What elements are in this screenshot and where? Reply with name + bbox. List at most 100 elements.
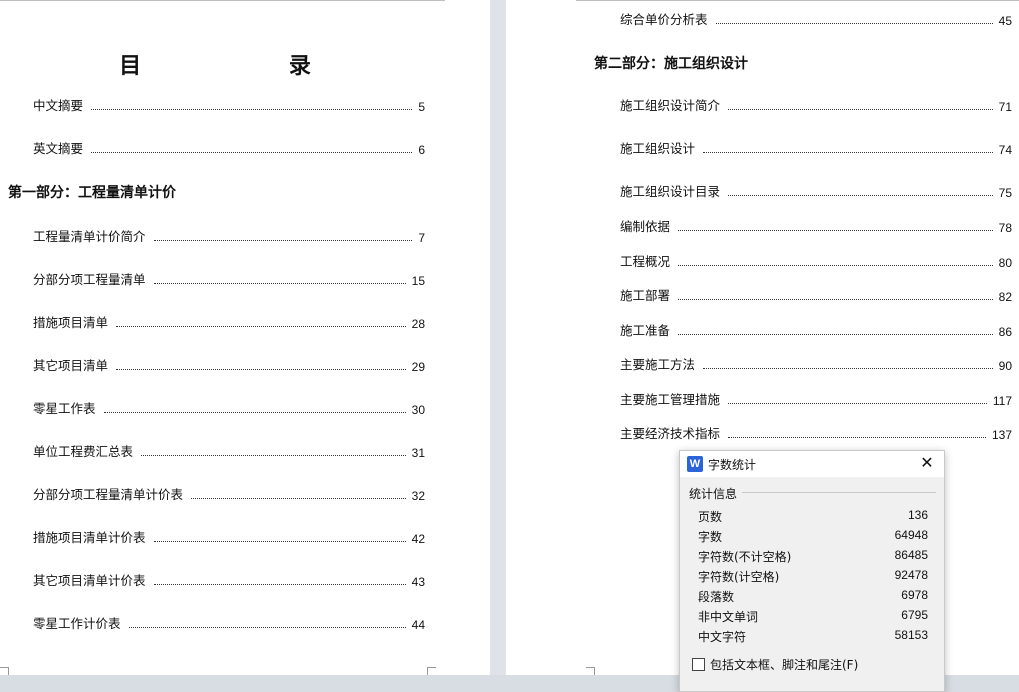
toc-entry-page: 80 [998, 256, 1012, 270]
toc-entry[interactable]: 英文摘要 6 [33, 139, 425, 157]
toc-entry[interactable]: 单位工程费汇总表 31 [33, 442, 425, 460]
toc-entry[interactable]: 中文摘要 5 [33, 96, 425, 114]
toc-leader-dots [703, 152, 993, 153]
margin-corner-mark [586, 667, 595, 675]
toc-entry[interactable]: 施工部署 82 [620, 286, 1012, 304]
toc-entry[interactable]: 零星工作计价表 44 [33, 614, 425, 632]
include-textbox-footnotes-checkbox[interactable] [692, 658, 705, 671]
toc-entry-page: 5 [418, 100, 425, 114]
toc-entry-label: 分部分项工程量清单 [33, 272, 146, 287]
toc-entry[interactable]: 主要施工方法 90 [620, 355, 1012, 373]
toc-leader-dots [153, 584, 406, 585]
stat-row: 字符数(计空格) 92478 [698, 568, 928, 586]
section-heading: 第一部分：工程量清单计价 [8, 185, 176, 201]
toc-entry-page: 43 [411, 575, 425, 589]
page-gap [490, 0, 506, 675]
toc-entry[interactable]: 主要经济技术指标 137 [620, 424, 1012, 442]
toc-entry-page: 7 [418, 231, 425, 245]
document-page-left: 目 录 中文摘要 5 英文摘要 6 第一部分：工程量清单计价 工程量清单计价简介 7 … [0, 0, 490, 675]
toc-entry-page: 78 [998, 221, 1012, 235]
toc-entry[interactable]: 分部分项工程量清单计价表 32 [33, 485, 425, 503]
toc-entry-page: 137 [991, 428, 1012, 442]
toc-entry-page: 75 [998, 186, 1012, 200]
toc-leader-dots [153, 283, 406, 284]
stat-value: 64948 [894, 528, 928, 542]
toc-entry[interactable]: 工程量清单计价简介 7 [33, 227, 425, 245]
toc-entry[interactable]: 施工组织设计目录 75 [620, 182, 1012, 200]
page-top-border [0, 0, 445, 1]
toc-leader-dots [678, 230, 993, 231]
toc-entry-page: 28 [411, 317, 425, 331]
stat-label: 字符数(计空格) [698, 570, 780, 584]
toc-entry[interactable]: 综合单价分析表 45 [620, 10, 1012, 28]
include-textbox-footnotes-option[interactable]: 包括文本框、脚注和尾注(F) [692, 656, 858, 673]
group-divider [742, 492, 936, 493]
toc-leader-dots [728, 437, 986, 438]
stat-label: 字数 [698, 530, 723, 544]
toc-entry-page: 117 [992, 394, 1012, 408]
toc-entry-page: 45 [998, 14, 1012, 28]
margin-corner-mark [427, 667, 436, 675]
toc-leader-dots [128, 627, 406, 628]
toc-entry-label: 中文摘要 [33, 98, 84, 113]
toc-title: 目 录 [119, 53, 381, 79]
dialog-titlebar[interactable]: W 字数统计 ✕ [680, 451, 944, 477]
toc-entry[interactable]: 其它项目清单计价表 43 [33, 571, 425, 589]
stat-row: 字数 64948 [698, 528, 928, 546]
toc-entry[interactable]: 施工组织设计简介 71 [620, 96, 1012, 114]
toc-entry-page: 74 [998, 143, 1012, 157]
stats-group-label: 统计信息 [689, 487, 738, 501]
toc-entry[interactable]: 措施项目清单 28 [33, 313, 425, 331]
toc-leader-dots [678, 299, 993, 300]
toc-entry-label: 施工组织设计 [620, 141, 696, 156]
toc-entry-label: 其它项目清单计价表 [33, 573, 146, 588]
toc-leader-dots [116, 369, 406, 370]
toc-entry-label: 英文摘要 [33, 141, 84, 156]
toc-entry-page: 90 [998, 359, 1012, 373]
toc-entry-page: 32 [411, 489, 425, 503]
toc-entry[interactable]: 措施项目清单计价表 42 [33, 528, 425, 546]
toc-entry-page: 15 [411, 274, 425, 288]
toc-entry-label: 施工组织设计目录 [620, 184, 721, 199]
toc-leader-dots [191, 498, 406, 499]
toc-entry[interactable]: 施工组织设计 74 [620, 139, 1012, 157]
toc-entry[interactable]: 其它项目清单 29 [33, 356, 425, 374]
stat-label: 中文字符 [698, 630, 747, 644]
toc-entry-label: 措施项目清单 [33, 315, 109, 330]
toc-entry-page: 44 [411, 618, 425, 632]
toc-leader-dots [91, 109, 413, 110]
stat-label: 段落数 [698, 590, 735, 604]
dialog-title: 字数统计 [708, 458, 757, 472]
toc-entry-page: 82 [998, 290, 1012, 304]
word-count-dialog[interactable]: W 字数统计 ✕ 统计信息 页数 136 字数 64948 字符数(不计空格) … [679, 450, 945, 692]
stat-value: 6978 [901, 588, 928, 602]
toc-entry-page: 71 [998, 100, 1012, 114]
toc-entry[interactable]: 施工准备 86 [620, 321, 1012, 339]
toc-entry-label: 单位工程费汇总表 [33, 444, 134, 459]
margin-corner-mark [0, 667, 9, 675]
toc-entry[interactable]: 分部分项工程量清单 15 [33, 270, 425, 288]
toc-entry[interactable]: 工程概况 80 [620, 252, 1012, 270]
toc-entry-label: 工程概况 [620, 254, 671, 269]
toc-leader-dots [153, 541, 406, 542]
toc-entry[interactable]: 零星工作表 30 [33, 399, 425, 417]
wps-writer-icon: W [687, 456, 703, 472]
toc-entry-page: 31 [411, 446, 425, 460]
toc-entry-label: 零星工作表 [33, 401, 96, 416]
toc-leader-dots [728, 403, 987, 404]
close-icon[interactable]: ✕ [918, 454, 936, 472]
toc-entry[interactable]: 主要施工管理措施 117 [620, 390, 1012, 408]
toc-entry-label: 施工部署 [620, 288, 671, 303]
toc-entry-label: 主要施工方法 [620, 357, 696, 372]
toc-leader-dots [715, 23, 993, 24]
stat-label: 页数 [698, 510, 723, 524]
toc-entry-label: 施工准备 [620, 323, 671, 338]
toc-entry[interactable]: 编制依据 78 [620, 217, 1012, 235]
toc-leader-dots [728, 109, 993, 110]
toc-entry-page: 29 [411, 360, 425, 374]
toc-entry-page: 6 [418, 143, 425, 157]
toc-leader-dots [116, 326, 406, 327]
toc-leader-dots [91, 152, 413, 153]
stat-label: 字符数(不计空格) [698, 550, 792, 564]
toc-entry-label: 零星工作计价表 [33, 616, 121, 631]
